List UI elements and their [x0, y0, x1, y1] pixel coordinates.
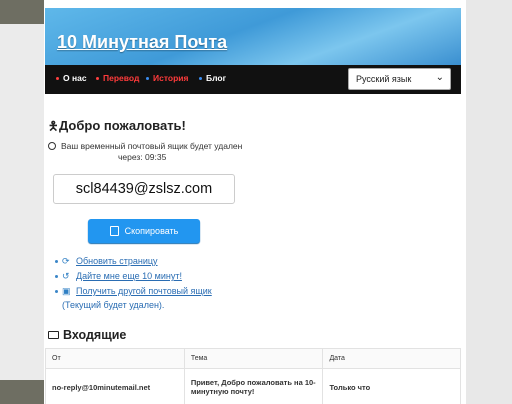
nav-bar: О нас Перевод История Блог Русский язык … [45, 65, 461, 94]
table-header-row: От Тема Дата [45, 348, 461, 369]
inbox-icon [48, 331, 59, 339]
expiry-note: Ваш временный почтовый ящик будет удален [48, 141, 242, 151]
right-background [466, 0, 512, 404]
site-title[interactable]: 10 Минутная Почта [57, 32, 227, 53]
header-banner: 10 Минутная Почта [45, 8, 461, 65]
clock-icon [48, 142, 56, 150]
welcome-heading: 🯅Добро пожаловать! [48, 117, 186, 138]
page-content: 10 Минутная Почта О нас Перевод История … [44, 0, 466, 404]
expiry-timer: через: 09:35 [118, 152, 167, 162]
nav-item-label: О нас [63, 73, 87, 83]
column-header-subject: Тема [183, 348, 324, 369]
column-header-date: Дата [322, 348, 461, 369]
nav-item-label: Блог [206, 73, 227, 83]
actions-list: ⟳ Обновить страницу ↺ Дайте мне еще 10 мин… [55, 256, 212, 301]
copy-button-label: Скопировать [124, 226, 179, 236]
copy-icon [109, 226, 119, 236]
column-header-from: От [45, 348, 185, 369]
more-time-link[interactable]: Дайте мне еще 10 минут! [76, 271, 182, 281]
list-item: ↺ Дайте мне еще 10 минут! [55, 271, 212, 285]
new-mailbox-note[interactable]: (Текущий будет удален). [62, 300, 164, 310]
new-mailbox-link[interactable]: Получить другой почтовый ящик [76, 286, 212, 296]
bullet-icon [55, 275, 58, 279]
refresh-link[interactable]: Обновить страницу [76, 256, 158, 266]
email-address-field[interactable]: scl84439@zslsz.com [53, 174, 235, 204]
bullet-icon [55, 290, 58, 294]
welcome-title: Добро пожаловать! [59, 118, 186, 133]
person-icon: 🯅 [48, 119, 59, 133]
message-subject[interactable]: Привет, Добро пожаловать на 10-минутную … [183, 368, 324, 404]
language-select[interactable]: Русский язык ⌄ [348, 68, 451, 90]
bullet-icon [56, 77, 59, 81]
nav-item-about[interactable]: О нас [56, 73, 87, 83]
list-item: ▣ Получить другой почтовый ящик [55, 286, 212, 300]
copy-button[interactable]: Скопировать [88, 219, 200, 243]
history-icon: ↺ [62, 271, 70, 281]
nav-item-label: История [153, 73, 189, 83]
bullet-icon [55, 260, 58, 264]
inbox-table: От Тема Дата no-reply@10minutemail.net П… [45, 348, 461, 404]
nav-item-blog[interactable]: Блог [199, 73, 226, 83]
language-value: Русский язык [356, 74, 412, 84]
bullet-icon [96, 77, 99, 81]
list-item: ⟳ Обновить страницу [55, 256, 212, 270]
refresh-icon: ⟳ [62, 256, 70, 266]
message-date[interactable]: Только что [322, 368, 461, 404]
chevron-down-icon: ⌄ [435, 72, 444, 83]
bullet-icon [199, 77, 202, 81]
mailbox-icon: ▣ [62, 286, 71, 296]
left-background [0, 24, 46, 380]
table-row[interactable]: no-reply@10minutemail.net Привет, Добро … [45, 368, 461, 404]
nav-item-label: Перевод [103, 73, 140, 83]
message-from[interactable]: no-reply@10minutemail.net [45, 368, 185, 404]
bullet-icon [146, 77, 149, 81]
nav-item-translate[interactable]: Перевод [96, 73, 139, 83]
nav-item-history[interactable]: История [146, 73, 188, 83]
expiry-note-text: Ваш временный почтовый ящик будет удален [61, 141, 243, 151]
inbox-title: Входящие [63, 328, 127, 342]
inbox-heading: Входящие [48, 328, 126, 342]
